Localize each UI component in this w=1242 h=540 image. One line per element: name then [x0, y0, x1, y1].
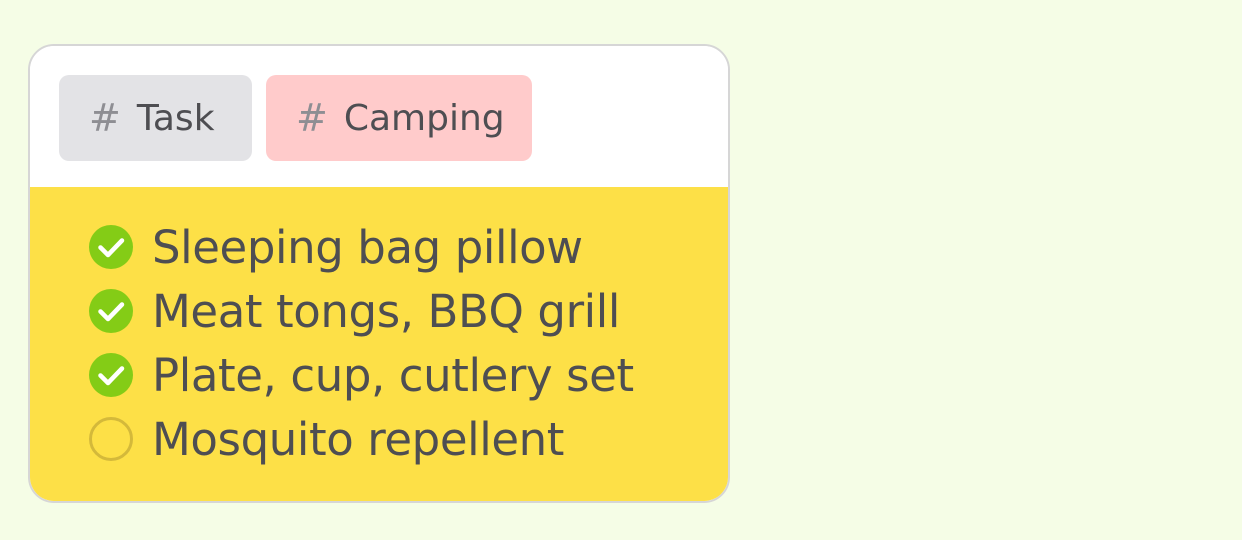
check-circle-filled-icon[interactable]	[88, 288, 134, 334]
checklist: Sleeping bag pillow Meat tongs, BBQ gril…	[30, 187, 728, 501]
checklist-item: Sleeping bag pillow	[88, 215, 583, 279]
note-card: # Task # Camping Sleeping bag pillow Mea…	[28, 44, 730, 503]
checklist-item: Plate, cup, cutlery set	[88, 343, 634, 407]
hashtag-icon: #	[89, 96, 121, 140]
checklist-item-text[interactable]: Plate, cup, cutlery set	[152, 349, 634, 402]
checklist-item: Mosquito repellent	[88, 407, 564, 471]
checklist-item-text[interactable]: Mosquito repellent	[152, 413, 564, 466]
tag-task[interactable]: # Task	[59, 75, 252, 161]
empty-circle-icon[interactable]	[88, 416, 134, 462]
tag-camping[interactable]: # Camping	[266, 75, 532, 161]
check-circle-filled-icon[interactable]	[88, 352, 134, 398]
check-circle-filled-icon[interactable]	[88, 224, 134, 270]
checklist-item-text[interactable]: Sleeping bag pillow	[152, 221, 583, 274]
tag-bar: # Task # Camping	[30, 46, 728, 187]
tag-label: Task	[136, 97, 215, 139]
checklist-item-text[interactable]: Meat tongs, BBQ grill	[152, 285, 620, 338]
tag-label: Camping	[343, 97, 505, 139]
checklist-item: Meat tongs, BBQ grill	[88, 279, 620, 343]
hashtag-icon: #	[296, 96, 328, 140]
